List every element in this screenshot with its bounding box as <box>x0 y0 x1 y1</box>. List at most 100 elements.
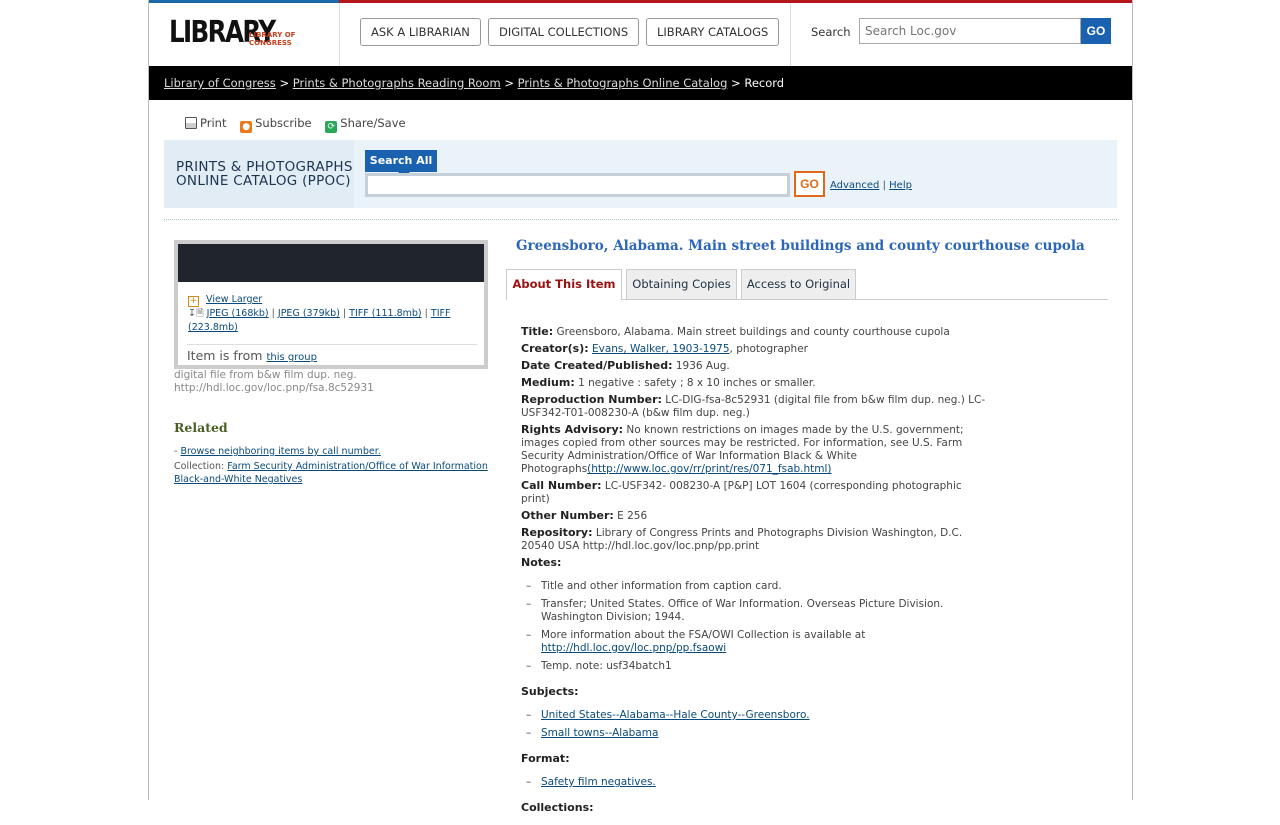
breadcrumb-reading-room[interactable]: Prints & Photographs Reading Room <box>293 76 501 90</box>
printer-icon <box>185 117 197 129</box>
collections-heading: Collections: <box>521 801 594 814</box>
ppoc-search-input[interactable] <box>365 173 790 197</box>
list-item: Temp. note: usf34batch1 <box>521 660 991 673</box>
print-link[interactable]: Print <box>185 116 226 130</box>
ppoc-go-button[interactable]: GO <box>794 171 825 197</box>
record-title: Greensboro, Alabama. Main street buildin… <box>516 238 1085 254</box>
field-rights-advisory: Rights Advisory: No known restrictions o… <box>521 423 991 476</box>
subject-link[interactable]: United States--Alabama--Hale County--Gre… <box>541 709 810 721</box>
thumbnail-caption: digital file from b&w film dup. neg. htt… <box>174 369 494 395</box>
logo-sub-text: LIBRARY OF CONGRESS <box>249 31 296 47</box>
creator-link[interactable]: Evans, Walker, 1903-1975 <box>592 343 730 355</box>
caption-line1: digital file from b&w film dup. neg. <box>174 369 357 381</box>
plus-icon: + <box>188 296 199 307</box>
notes-heading: Notes: <box>521 556 562 569</box>
field-call-number: Call Number: LC-USF342- 008230-A [P&P] L… <box>521 479 991 506</box>
list-item: More information about the FSA/OWI Colle… <box>521 629 991 655</box>
tiff-111mb-link[interactable]: TIFF (111.8mb) <box>349 308 421 319</box>
field-medium: Medium: 1 negative : safety ; 8 x 10 inc… <box>521 376 991 390</box>
browse-neighboring-link[interactable]: Browse neighboring items by call number. <box>180 446 380 457</box>
item-from-label: Item is from <box>187 348 263 363</box>
this-group-link[interactable]: this group <box>266 352 316 363</box>
field-value: 1936 Aug. <box>675 360 730 372</box>
field-value: Greensboro, Alabama. Main street buildin… <box>556 326 950 338</box>
field-label: Call Number: <box>521 479 602 492</box>
ppoc-title-line1: PRINTS & PHOTOGRAPHS <box>176 159 353 175</box>
list-dash: - <box>174 446 178 457</box>
fsaowi-link[interactable]: http://hdl.loc.gov/loc.pnp/pp.fsaowi <box>541 642 726 654</box>
header-divider <box>790 3 791 66</box>
field-date: Date Created/Published: 1936 Aug. <box>521 359 991 373</box>
breadcrumb-separator: > <box>731 76 741 90</box>
download-icon: ↧🗎 <box>188 308 204 319</box>
subjects-heading: Subjects: <box>521 685 579 698</box>
thumbnail-box: + View Larger ↧🗎 JPEG (168kb) | JPEG (37… <box>174 240 488 369</box>
ppoc-links: Advanced | Help <box>830 180 912 191</box>
format-heading: Format: <box>521 752 570 765</box>
tab-about-this-item[interactable]: About This Item <box>506 269 622 300</box>
subjects-list: United States--Alabama--Hale County--Gre… <box>521 709 991 740</box>
view-larger-link[interactable]: View Larger <box>206 294 262 305</box>
advanced-search-link[interactable]: Advanced <box>830 180 879 191</box>
field-label: Date Created/Published: <box>521 359 673 372</box>
file-separator: | <box>271 308 275 319</box>
jpeg-379kb-link[interactable]: JPEG (379kb) <box>278 308 340 319</box>
ppoc-title[interactable]: PRINTS & PHOTOGRAPHS ONLINE CATALOG (PPO… <box>164 140 354 208</box>
list-item: United States--Alabama--Hale County--Gre… <box>521 709 991 722</box>
search-all-tab[interactable]: Search All <box>365 150 437 178</box>
tab-obtaining-copies[interactable]: Obtaining Copies <box>626 269 737 299</box>
photo-thumbnail[interactable] <box>178 244 484 282</box>
caption-line2: http://hdl.loc.gov/loc.pnp/fsa.8c52931 <box>174 382 374 394</box>
notes-list: Title and other information from caption… <box>521 580 991 673</box>
breadcrumb-library-of-congress[interactable]: Library of Congress <box>164 76 276 90</box>
item-from: Item is from this group <box>187 344 477 363</box>
subject-link[interactable]: Small towns--Alabama <box>541 727 658 739</box>
field-label: Creator(s): <box>521 342 589 355</box>
list-item: Title and other information from caption… <box>521 580 991 593</box>
related-heading: Related <box>174 420 228 435</box>
field-label: Reproduction Number: <box>521 393 662 406</box>
header-rule-blue <box>149 0 339 3</box>
list-item: Transfer; United States. Office of War I… <box>521 598 991 624</box>
file-separator: | <box>424 308 428 319</box>
field-label: Rights Advisory: <box>521 423 624 436</box>
field-creator: Creator(s): Evans, Walker, 1903-1975, ph… <box>521 342 991 356</box>
page: LIBRARY LIBRARY OF CONGRESS ASK A LIBRAR… <box>148 0 1133 814</box>
rss-icon: ● <box>240 121 253 133</box>
breadcrumb-current: Record <box>744 76 785 90</box>
library-catalogs-button[interactable]: LIBRARY CATALOGS <box>646 18 780 46</box>
tab-access-to-original[interactable]: Access to Original <box>741 269 856 299</box>
site-search-input[interactable] <box>859 18 1081 44</box>
link-separator: | <box>882 180 886 191</box>
ask-a-librarian-button[interactable]: ASK A LIBRARIAN <box>360 18 481 46</box>
note-text: More information about the FSA/OWI Colle… <box>541 629 866 641</box>
download-links: + View Larger ↧🗎 JPEG (168kb) | JPEG (37… <box>188 293 478 335</box>
format-link[interactable]: Safety film negatives. <box>541 776 656 788</box>
print-label: Print <box>200 116 227 130</box>
loc-logo[interactable]: LIBRARY LIBRARY OF CONGRESS <box>169 16 299 50</box>
section-divider <box>164 219 1117 220</box>
rights-link[interactable]: (http://www.loc.gov/rr/print/res/071_fsa… <box>587 463 831 475</box>
jpeg-168kb-link[interactable]: JPEG (168kb) <box>207 308 269 319</box>
record-tabs: About This Item Obtaining Copies Access … <box>506 269 1108 300</box>
field-value: 1 negative : safety ; 8 x 10 inches or s… <box>578 377 816 389</box>
share-link[interactable]: ⟳ Share/Save <box>325 116 406 133</box>
field-other-number: Other Number: E 256 <box>521 509 991 523</box>
field-label: Title: <box>521 325 554 338</box>
ppoc-title-line2: ONLINE CATALOG (PPOC) <box>176 173 351 189</box>
field-title: Title: Greensboro, Alabama. Main street … <box>521 325 991 339</box>
field-label: Medium: <box>521 376 575 389</box>
site-header: LIBRARY LIBRARY OF CONGRESS ASK A LIBRAR… <box>149 0 1132 66</box>
subscribe-link[interactable]: ● Subscribe <box>240 116 312 133</box>
digital-collections-button[interactable]: DIGITAL COLLECTIONS <box>488 18 640 46</box>
site-search-go-button[interactable]: GO <box>1081 18 1111 44</box>
field-reproduction-number: Reproduction Number: LC-DIG-fsa-8c52931 … <box>521 393 991 420</box>
ppoc-search-panel: PRINTS & PHOTOGRAPHS ONLINE CATALOG (PPO… <box>164 140 1117 208</box>
field-value: E 256 <box>617 510 648 522</box>
breadcrumb-online-catalog[interactable]: Prints & Photographs Online Catalog <box>518 76 728 90</box>
related-list: - Browse neighboring items by call numbe… <box>174 445 494 488</box>
share-icon: ⟳ <box>325 121 338 133</box>
help-link[interactable]: Help <box>889 180 912 191</box>
share-label: Share/Save <box>340 116 406 130</box>
header-divider <box>339 3 340 66</box>
